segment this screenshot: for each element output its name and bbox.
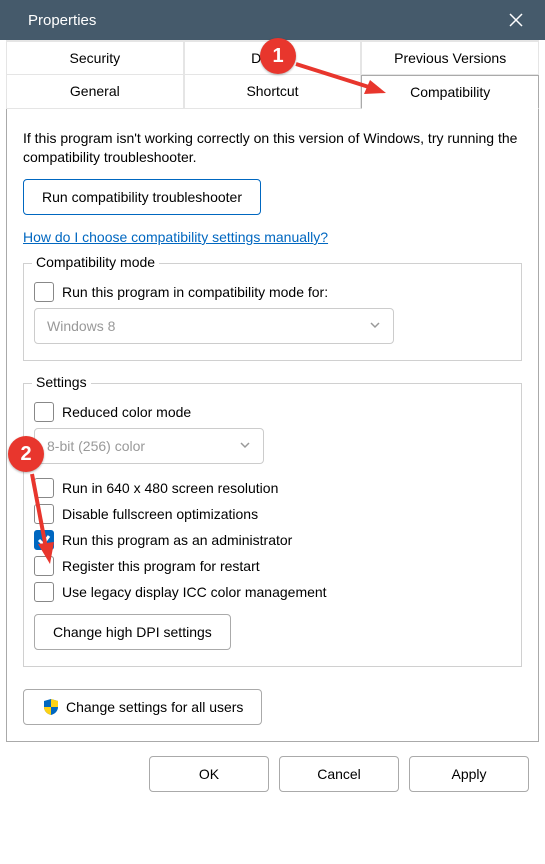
legend-compatibility-mode: Compatibility mode <box>32 254 159 270</box>
footer-buttons: OK Cancel Apply <box>6 742 539 802</box>
run-troubleshooter-button[interactable]: Run compatibility troubleshooter <box>23 179 261 215</box>
annotation-callout-1: 1 <box>260 38 296 74</box>
fieldset-settings: Settings Reduced color mode 8-bit (256) … <box>23 383 522 667</box>
tabs-row-bottom: General Shortcut Compatibility <box>6 74 539 109</box>
label-register-restart: Register this program for restart <box>62 558 260 574</box>
label-run-as-admin: Run this program as an administrator <box>62 532 292 548</box>
tab-general[interactable]: General <box>6 75 184 109</box>
close-button[interactable] <box>501 5 531 35</box>
select-color-mode-value: 8-bit (256) color <box>47 438 145 454</box>
close-icon <box>508 12 524 28</box>
ok-button[interactable]: OK <box>149 756 269 792</box>
titlebar[interactable]: Properties <box>0 0 545 40</box>
change-all-users-label: Change settings for all users <box>66 699 243 715</box>
annotation-arrow-2 <box>22 470 62 570</box>
label-compat-mode: Run this program in compatibility mode f… <box>62 284 328 300</box>
annotation-arrow-1 <box>292 60 392 100</box>
change-dpi-button[interactable]: Change high DPI settings <box>34 614 231 650</box>
tab-panel-compatibility: If this program isn't working correctly … <box>6 109 539 742</box>
checkbox-legacy-icc[interactable] <box>34 582 54 602</box>
select-compat-os: Windows 8 <box>34 308 394 344</box>
annotation-callout-2: 2 <box>8 436 44 472</box>
checkbox-compat-mode[interactable] <box>34 282 54 302</box>
chevron-down-icon <box>369 318 381 334</box>
label-640x480: Run in 640 x 480 screen resolution <box>62 480 278 496</box>
content-area: Security Details Previous Versions Gener… <box>0 40 545 808</box>
cancel-button[interactable]: Cancel <box>279 756 399 792</box>
select-compat-os-value: Windows 8 <box>47 318 115 334</box>
select-color-mode: 8-bit (256) color <box>34 428 264 464</box>
help-link[interactable]: How do I choose compatibility settings m… <box>23 229 328 245</box>
legend-settings: Settings <box>32 374 91 390</box>
tab-security[interactable]: Security <box>6 41 184 74</box>
label-legacy-icc: Use legacy display ICC color management <box>62 584 327 600</box>
change-all-users-button[interactable]: Change settings for all users <box>23 689 262 725</box>
shield-icon <box>42 698 60 716</box>
checkbox-reduced-color[interactable] <box>34 402 54 422</box>
apply-button[interactable]: Apply <box>409 756 529 792</box>
chevron-down-icon <box>239 438 251 454</box>
fieldset-compatibility-mode: Compatibility mode Run this program in c… <box>23 263 522 361</box>
label-disable-fullscreen: Disable fullscreen optimizations <box>62 506 258 522</box>
intro-text: If this program isn't working correctly … <box>23 129 522 167</box>
window-title: Properties <box>28 12 96 29</box>
label-reduced-color: Reduced color mode <box>62 404 191 420</box>
